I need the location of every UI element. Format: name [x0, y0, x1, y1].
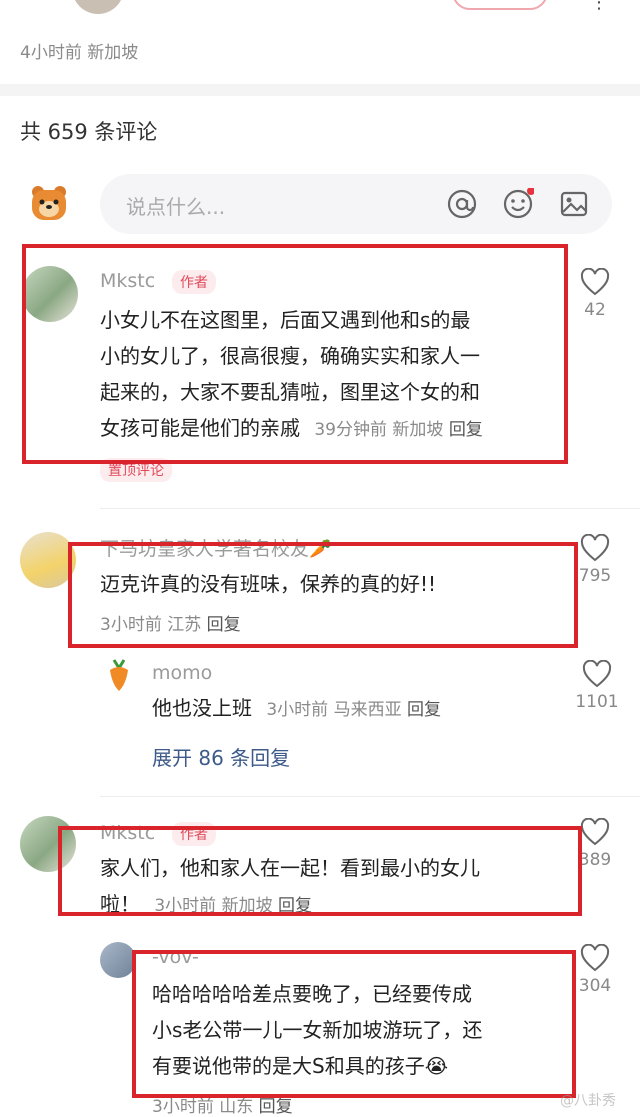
- reply-text: 他也没上班: [152, 696, 252, 720]
- reply-text-line: 他也没上班 3小时前 马来西亚 回复: [152, 690, 441, 728]
- like-button[interactable]: 304: [575, 944, 615, 996]
- reply-button[interactable]: 回复: [407, 700, 441, 720]
- like-button[interactable]: 795: [575, 534, 615, 586]
- highlight-box: [22, 244, 568, 464]
- highlight-box: [58, 826, 582, 916]
- heart-icon: [582, 660, 612, 688]
- like-count: 42: [584, 300, 606, 320]
- more-icon[interactable]: ⋮: [590, 0, 612, 13]
- like-button[interactable]: 1101: [575, 660, 619, 712]
- follow-button[interactable]: [452, 0, 548, 10]
- reply-time: 3小时前: [266, 700, 329, 720]
- like-count: 795: [578, 566, 612, 586]
- highlight-box: [132, 950, 576, 1098]
- like-count: 304: [578, 976, 612, 996]
- reply-button[interactable]: 回复: [259, 1097, 293, 1117]
- carrot-icon: [110, 659, 128, 691]
- watermark: @八卦秀: [560, 1093, 616, 1109]
- post-time-location: 4小时前 新加坡: [20, 43, 139, 63]
- like-button[interactable]: 42: [575, 268, 615, 320]
- comment-input-placeholder: 说点什么...: [126, 195, 226, 219]
- reply-time: 3小时前: [152, 1097, 214, 1117]
- divider: [0, 84, 640, 96]
- like-count: 1101: [575, 692, 619, 712]
- reply-avatar[interactable]: [100, 942, 136, 978]
- expand-replies-button[interactable]: 展开 86 条回复: [152, 742, 290, 771]
- divider: [100, 796, 640, 797]
- reply-username[interactable]: momo: [152, 662, 212, 684]
- reply-location: 马来西亚: [333, 700, 402, 720]
- reply-location: 山东: [219, 1097, 254, 1117]
- heart-icon: [580, 818, 610, 846]
- at-icon[interactable]: [446, 188, 478, 224]
- my-avatar: [30, 184, 68, 222]
- emoji-icon[interactable]: [502, 187, 535, 224]
- heart-icon: [580, 944, 610, 972]
- heart-icon: [580, 268, 610, 296]
- comment-input[interactable]: 说点什么...: [100, 174, 612, 234]
- author-avatar[interactable]: [72, 0, 124, 14]
- heart-icon: [580, 534, 610, 562]
- highlight-box: [68, 542, 578, 648]
- bear-avatar-icon: [32, 186, 66, 220]
- divider: [100, 508, 640, 509]
- comment-count: 共 659 条评论: [20, 120, 158, 144]
- reply-avatar[interactable]: [104, 658, 134, 692]
- image-icon[interactable]: [558, 188, 590, 224]
